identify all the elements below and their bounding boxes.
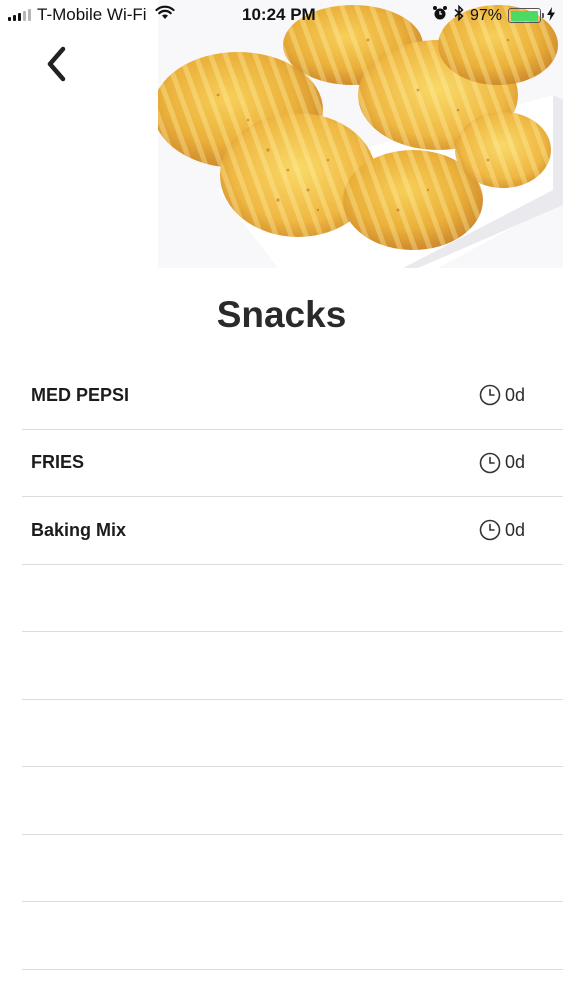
chevron-left-icon [47, 46, 66, 82]
back-button[interactable] [36, 42, 76, 86]
page-title: Snacks [216, 294, 347, 335]
clock-icon [479, 384, 501, 406]
list-item[interactable]: Baking Mix 0d [22, 497, 563, 565]
header-image [158, 0, 563, 268]
list-item[interactable]: FRIES 0d [22, 430, 563, 497]
item-age-value: 0d [504, 452, 525, 473]
item-name: Baking Mix [31, 519, 127, 540]
empty-row [22, 700, 563, 767]
charging-bolt-icon [547, 6, 555, 26]
alarm-icon [432, 5, 448, 26]
status-time: 10:24 PM [242, 5, 316, 24]
status-bar-left: T-Mobile Wi-Fi [8, 5, 175, 25]
battery-percentage: 97% [469, 6, 502, 24]
empty-row [22, 902, 563, 970]
empty-row [22, 632, 563, 700]
wifi-icon [154, 5, 175, 25]
empty-row [22, 835, 563, 902]
item-name: MED PEPSI [31, 384, 130, 405]
item-age-value: 0d [504, 384, 525, 405]
item-age: 0d [479, 519, 525, 541]
cellular-signal-icon [8, 9, 31, 21]
list-item[interactable]: MED PEPSI 0d [22, 362, 563, 430]
empty-row [22, 565, 563, 632]
item-list: MED PEPSI 0d FRIES 0d Baking Mix 0d [22, 362, 563, 970]
carrier-name: T-Mobile Wi-Fi [37, 5, 147, 24]
potato-chips-photo [158, 0, 563, 268]
clock-icon [479, 519, 501, 541]
empty-row [22, 767, 563, 835]
clock-icon [479, 452, 501, 474]
item-age: 0d [479, 452, 525, 474]
status-bar: T-Mobile Wi-Fi 10:24 PM 97% [0, 0, 563, 32]
item-name: FRIES [31, 452, 85, 473]
item-age-value: 0d [504, 519, 525, 540]
status-bar-right: 97% [432, 4, 555, 26]
battery-level-fill [510, 10, 538, 21]
item-age: 0d [479, 384, 525, 406]
bluetooth-icon [454, 4, 464, 26]
screen: T-Mobile Wi-Fi 10:24 PM 97% Snacks MED P… [0, 0, 563, 1000]
battery-icon [508, 8, 544, 23]
